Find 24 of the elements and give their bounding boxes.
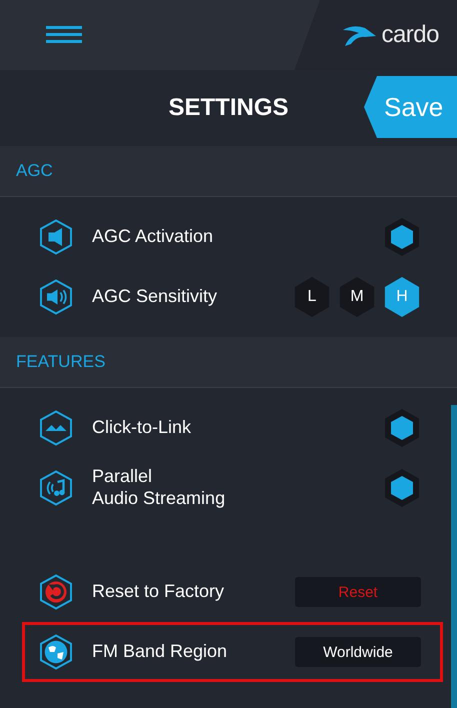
setting-label: AGC Sensitivity: [92, 286, 218, 308]
setting-icon: [38, 219, 74, 255]
section-header: AGC: [0, 146, 457, 197]
toggle-switch[interactable]: [383, 468, 421, 508]
menu-icon[interactable]: [46, 24, 82, 46]
action-button[interactable]: Worldwide: [295, 637, 421, 667]
setting-label: Parallel Audio Streaming: [92, 466, 226, 510]
section-header: FEATURES: [0, 337, 457, 388]
setting-icon: [38, 634, 74, 670]
setting-icon: [38, 410, 74, 446]
setting-label: FM Band Region: [92, 641, 228, 663]
setting-label: Click-to-Link: [92, 417, 192, 439]
page-title: SETTINGS: [168, 94, 288, 122]
level-option[interactable]: M: [338, 277, 376, 317]
logo-icon: [341, 24, 378, 46]
level-option[interactable]: L: [293, 277, 331, 317]
toggle-switch[interactable]: [383, 408, 421, 448]
setting-icon: [38, 279, 74, 315]
toggle-switch[interactable]: [383, 217, 421, 257]
setting-label: AGC Activation: [92, 226, 214, 248]
logo-text: cardo: [381, 21, 439, 49]
setting-icon: [38, 470, 74, 506]
setting-label: Reset to Factory: [92, 581, 226, 603]
setting-icon: [38, 574, 74, 610]
